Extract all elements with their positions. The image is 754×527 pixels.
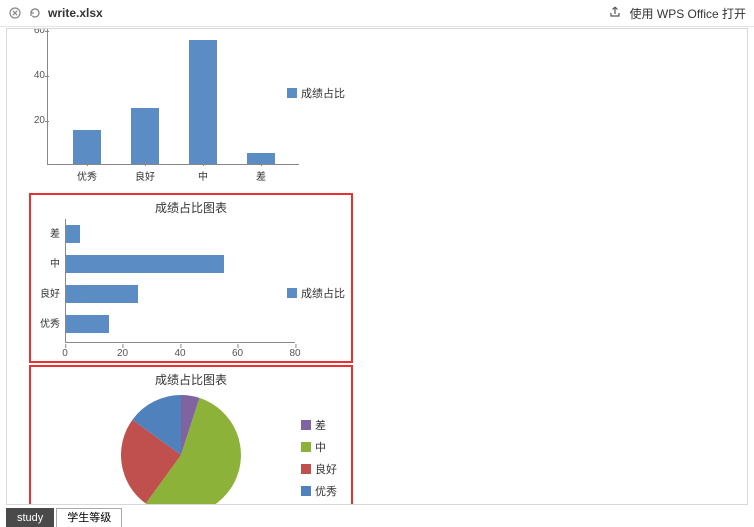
legend-item: 良好 — [301, 461, 337, 477]
x-category-label: 中 — [179, 168, 227, 183]
legend-item: 中 — [301, 439, 337, 455]
title-bar-left: write.xlsx — [8, 6, 103, 20]
bar-zhong — [189, 40, 217, 164]
legend-label: 成绩占比 — [301, 85, 345, 101]
chart-bar-horizontal: 成绩占比图表 0 20 40 60 80 差 中 良好 优秀 成绩占比 — [29, 193, 353, 363]
legend-swatch-icon — [301, 420, 311, 430]
chart-pie: 成绩占比图表 差 中 良好 优秀 — [29, 365, 353, 505]
sheet-canvas: 20 40 60 优秀 良好 中 差 成绩占比 成绩占比图表 — [6, 28, 748, 505]
legend-item: 成绩占比 — [287, 285, 345, 301]
legend-item: 优秀 — [301, 483, 337, 499]
hbar-youxiu: 优秀 — [66, 315, 109, 333]
legend-label: 差 — [315, 417, 326, 433]
chart-legend: 差 中 良好 优秀 — [301, 417, 337, 499]
y-tick-label: 60 — [29, 28, 45, 36]
open-with-wps-link[interactable]: 使用 WPS Office 打开 — [630, 5, 746, 22]
hbar-lianghao: 良好 — [66, 285, 138, 303]
x-tick-label: 20 — [117, 348, 128, 359]
app-window: write.xlsx 使用 WPS Office 打开 20 40 60 优秀 … — [0, 0, 754, 527]
y-category-label: 良好 — [40, 285, 60, 300]
x-tick-label: 60 — [232, 348, 243, 359]
y-category-label: 优秀 — [40, 315, 60, 330]
bar-youxiu — [73, 130, 101, 164]
y-category-label: 差 — [50, 225, 60, 240]
chart-legend: 成绩占比 — [287, 85, 345, 101]
legend-label: 成绩占比 — [301, 285, 345, 301]
y-tick-label: 20 — [29, 115, 45, 126]
title-bar: write.xlsx 使用 WPS Office 打开 — [0, 0, 754, 27]
x-tick-label: 40 — [174, 348, 185, 359]
x-axis — [65, 342, 295, 343]
chart-bar-vertical: 20 40 60 优秀 良好 中 差 成绩占比 — [29, 29, 349, 189]
sheet-tab-study[interactable]: study — [6, 508, 54, 527]
x-category-label: 良好 — [121, 168, 169, 183]
pie-graphic — [121, 395, 241, 505]
legend-swatch-icon — [287, 288, 297, 298]
x-tick-label: 0 — [62, 348, 68, 359]
hbar-zhong: 中 — [66, 255, 224, 273]
chart-legend: 成绩占比 — [287, 285, 345, 301]
bar-lianghao — [131, 108, 159, 164]
y-axis — [47, 29, 48, 165]
title-bar-right: 使用 WPS Office 打开 — [608, 5, 746, 22]
x-category-label: 差 — [237, 168, 285, 183]
hbar-cha: 差 — [66, 225, 80, 243]
legend-label: 中 — [315, 439, 326, 455]
file-name: write.xlsx — [48, 6, 103, 20]
plot-area: 0 20 40 60 80 差 中 良好 优秀 — [65, 219, 295, 343]
legend-swatch-icon — [301, 464, 311, 474]
sheet-tabs: study 学生等级 — [6, 507, 124, 527]
sheet-tab-grades[interactable]: 学生等级 — [56, 508, 122, 527]
close-icon[interactable] — [8, 6, 22, 20]
share-icon[interactable] — [608, 5, 622, 22]
legend-item: 差 — [301, 417, 337, 433]
legend-swatch-icon — [287, 88, 297, 98]
x-category-label: 优秀 — [63, 168, 111, 183]
legend-label: 良好 — [315, 461, 337, 477]
chart-title: 成绩占比图表 — [31, 371, 351, 388]
refresh-icon[interactable] — [28, 6, 42, 20]
legend-label: 优秀 — [315, 483, 337, 499]
y-tick-label: 40 — [29, 70, 45, 81]
legend-swatch-icon — [301, 486, 311, 496]
chart-title: 成绩占比图表 — [31, 199, 351, 216]
legend-item: 成绩占比 — [287, 85, 345, 101]
legend-swatch-icon — [301, 442, 311, 452]
y-category-label: 中 — [50, 255, 60, 270]
x-tick-label: 80 — [289, 348, 300, 359]
